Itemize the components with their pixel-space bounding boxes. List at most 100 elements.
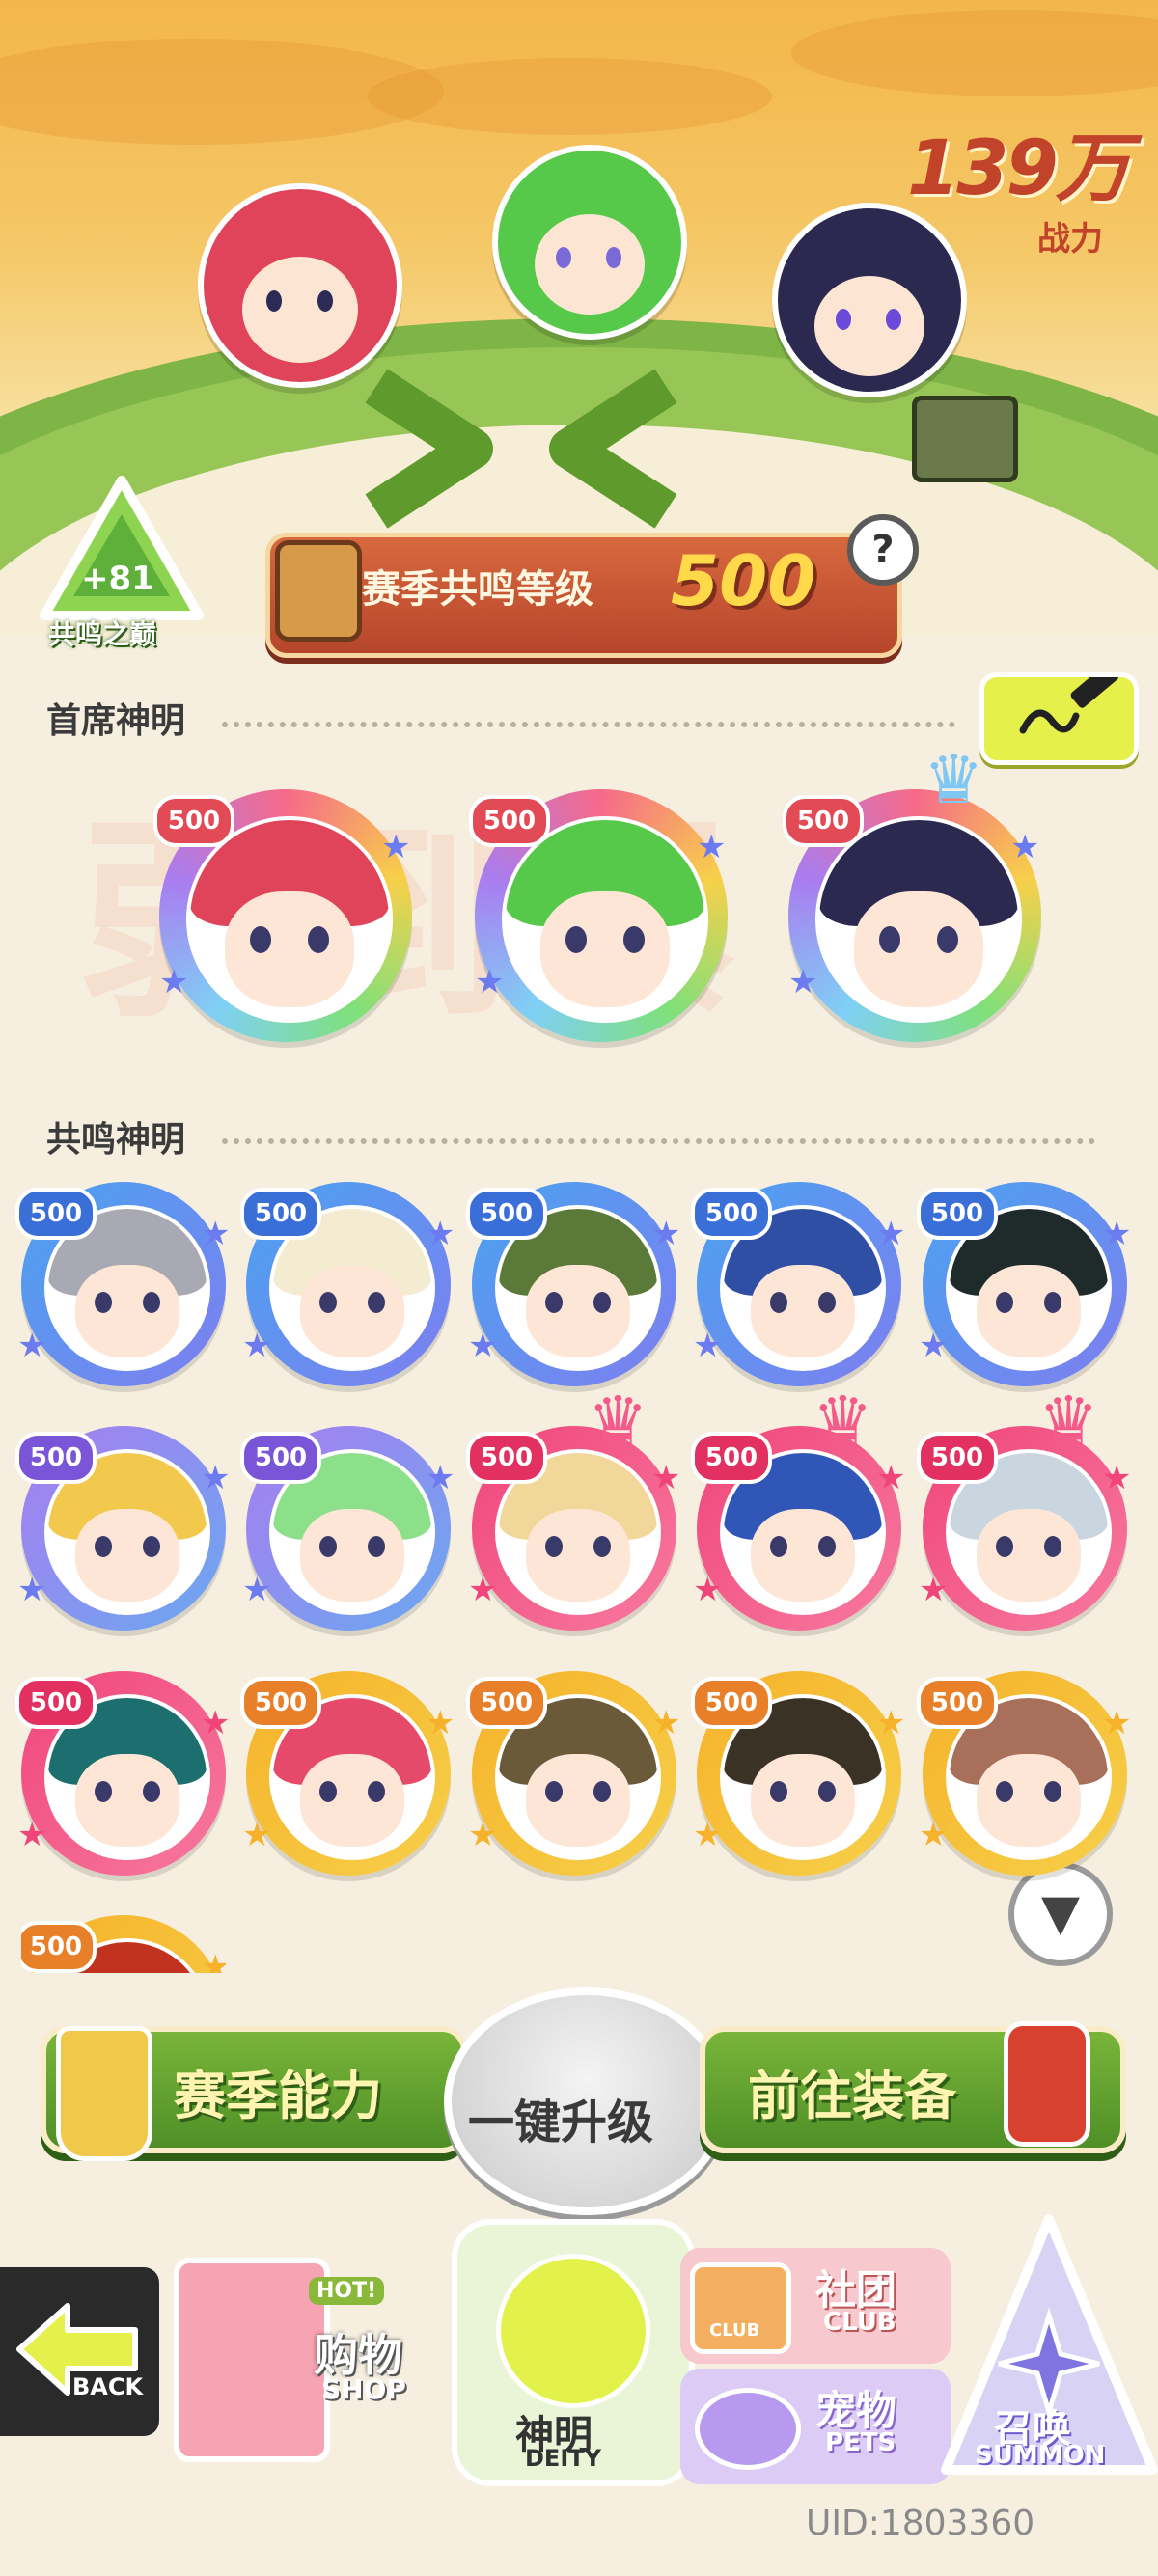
level-badge: 500 [691,1432,772,1484]
deity-avatar[interactable]: ★★500 [466,1182,680,1386]
shop-hot-badge: HOT! [309,2277,385,2305]
back-button[interactable]: BACK [0,2267,159,2436]
star-icon: ★ [426,1704,455,1742]
deity-avatar[interactable]: ★ ★ ♛ 500 [691,1387,905,1631]
star-icon: ★ [919,1816,949,1854]
star-icon: ★ [697,828,727,866]
level-badge: 500 [466,1188,547,1240]
level-badge: 500 [783,795,864,847]
hero-right[interactable] [772,203,967,397]
deity-avatar[interactable]: ★★500 [153,789,412,1042]
avatar-face [751,1754,855,1847]
star-icon: ★ [693,1816,723,1854]
deity-avatar[interactable]: ★★500 [917,1671,1131,1876]
star-icon: ★ [788,963,818,1001]
star-icon: ★ [876,1215,906,1253]
avatar-face [540,891,670,1007]
avatar-face [854,891,983,1007]
back-label: BACK [72,2373,144,2400]
star-icon: ★ [1102,1215,1132,1253]
crown-icon: ♛ [924,740,984,819]
season-level-value: 500 [671,540,816,621]
star-icon: ★ [201,1215,231,1253]
hero-left[interactable] [198,183,402,388]
deity-avatar[interactable]: ★★500 [917,1182,1131,1386]
pets-tab[interactable]: 宠物 PETS [680,2369,951,2484]
vending-machine-icon [174,2258,330,2462]
star-icon: ★ [468,1327,498,1365]
summon-tab[interactable]: 召唤 SUMMON [941,2209,1158,2489]
star-icon: ★ [468,1571,498,1609]
deity-avatar[interactable]: ★★500 [15,1426,230,1631]
star-icon: ★ [919,1571,949,1609]
club-tab[interactable]: CLUB 社团 CLUB [680,2248,951,2364]
level-badge: 500 [153,795,234,847]
deity-avatar[interactable]: ★★500 [466,1671,680,1876]
deity-avatar[interactable]: ★★500 [691,1671,905,1876]
help-icon[interactable]: ? [847,514,919,586]
avatar-face [977,1509,1081,1602]
level-badge: 500 [15,1188,96,1240]
deity-avatar[interactable]: ★★500 [240,1426,455,1631]
level-badge: 500 [15,1432,96,1484]
deity-avatar[interactable]: ★★500 [240,1182,455,1386]
deity-avatar[interactable]: ★★500 [469,789,728,1042]
star-icon: ★ [159,963,189,1001]
deity-mascot-icon [496,2254,650,2408]
star-icon: ★ [693,1327,723,1365]
crown-icon: ♛ [813,1382,873,1461]
resonance-peak-badge[interactable]: +81 共鸣之巅 [35,471,208,654]
deity-avatar[interactable]: ★ ★ ♛ 500 [783,746,1041,1042]
avatar-face [751,1265,855,1357]
treasure-chest-icon[interactable] [912,396,1018,482]
avatar-face [225,891,354,1007]
avatar-face [977,1265,1081,1357]
hero-center[interactable] [492,145,687,340]
bubble-tea-icon [56,2026,152,2161]
peak-bonus: +81 [81,560,154,598]
avatar-face [75,1265,179,1357]
avatar-face [75,1754,179,1847]
deity-avatar[interactable]: ★ ★ ♛ 500 [917,1387,1131,1631]
deity-avatar[interactable]: ★★500 [240,1671,455,1876]
level-badge: 500 [691,1677,772,1729]
star-icon: ★ [876,1459,906,1497]
deity-label-en: DEITY [525,2445,601,2472]
crown-icon: ♛ [588,1382,648,1461]
filter-icon[interactable]: ▼ [1008,1862,1113,1966]
star-icon: ★ [426,1215,455,1253]
edit-button[interactable] [979,664,1139,765]
star-icon: ★ [651,1459,681,1497]
star-icon: ★ [242,1816,272,1854]
star-icon: ★ [1102,1459,1132,1497]
deity-avatar[interactable]: ★ ★ ♛ 500 [466,1387,680,1631]
deity-avatar[interactable]: ★★500 [21,1915,226,1973]
avatar-face [526,1265,630,1357]
shop-label-en: SHOP [321,2373,406,2405]
star-icon: ★ [242,1571,272,1609]
avatar-face [526,1509,630,1602]
back-arrow-icon [16,2303,138,2396]
divider [222,722,955,727]
avatar-face [300,1754,404,1847]
season-ability-label: 赛季能力 [174,2066,382,2126]
club-label-en: CLUB [823,2308,896,2337]
power-label: 战力 [1037,220,1103,259]
avatar-portrait [186,816,393,1023]
avatar-face [977,1754,1081,1847]
avatar-face [300,1265,404,1357]
steamer-icon [275,540,362,642]
one-key-upgrade-label: 一键升级 [468,2096,654,2150]
star-icon: ★ [693,1571,723,1609]
star-icon: ★ [201,1459,231,1497]
pet-fish-icon [695,2388,801,2470]
deity-avatar[interactable]: ★ ★ 500 [691,1182,905,1386]
deity-tab[interactable]: 神明 DEITY [452,2219,695,2486]
shop-tab[interactable]: HOT! 购物 SHOP [169,2238,425,2462]
deity-avatar[interactable]: ★★500 [15,1671,230,1876]
level-badge: 500 [691,1188,772,1240]
avatar-face [300,1509,404,1602]
go-equip-label: 前往装备 [748,2066,956,2126]
chief-deity-title: 首席神明 [46,701,186,741]
deity-avatar[interactable]: ★★500 [15,1182,230,1386]
